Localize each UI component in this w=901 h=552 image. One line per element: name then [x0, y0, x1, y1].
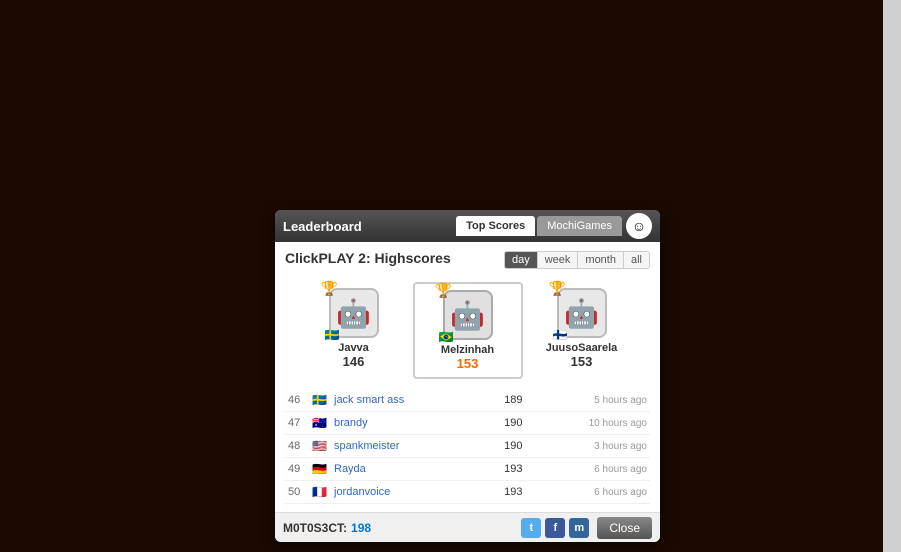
score-cell: 190: [478, 412, 525, 435]
player1-flag-icon: 🇧🇷: [439, 330, 454, 344]
rank-cell: 49: [285, 458, 309, 481]
mochi-share-icon[interactable]: m: [569, 518, 589, 538]
player-name-cell[interactable]: brandy: [331, 412, 478, 435]
leaderboard-body: ClickPLAY 2: Highscores day week month a…: [275, 242, 660, 512]
player3-avatar-wrap: 🏆 🤖 🇫🇮: [557, 288, 607, 338]
player2-name: Javva: [338, 342, 369, 354]
tab-mochi-games[interactable]: MochiGames: [537, 216, 622, 236]
leaderboard-title: Leaderboard: [283, 219, 454, 234]
player2-avatar-wrap: 🏆 🤖 🇸🇪: [329, 288, 379, 338]
filter-buttons-group: day week month all: [504, 251, 650, 269]
game-title: ClickPLAY 2: Highscores: [285, 250, 451, 266]
rank-cell: 47: [285, 412, 309, 435]
time-cell: 3 hours ago: [526, 435, 650, 458]
table-row: 46 🇸🇪 jack smart ass 189 5 hours ago: [285, 389, 650, 412]
score-cell: 190: [478, 435, 525, 458]
time-cell: 5 hours ago: [526, 389, 650, 412]
player2-flag-icon: 🇸🇪: [325, 328, 340, 342]
close-button[interactable]: Close: [597, 517, 652, 539]
scores-list-wrap: 46 🇸🇪 jack smart ass 189 5 hours ago 47 …: [285, 389, 650, 504]
player1-score: 153: [457, 356, 479, 371]
mochi-logo-icon: ☺: [626, 213, 652, 239]
twitter-share-icon[interactable]: t: [521, 518, 541, 538]
top3-row: 🏆 🤖 🇸🇪 Javva 146 🏆 🤖 🇧🇷: [285, 282, 650, 379]
player3-flag-icon: 🇫🇮: [553, 328, 568, 342]
time-cell: 6 hours ago: [526, 458, 650, 481]
top-player-1: 🏆 🤖 🇧🇷 Melzinhah 153: [413, 282, 523, 379]
top-player-2: 🏆 🤖 🇸🇪 Javva 146: [299, 282, 409, 379]
time-cell: 10 hours ago: [526, 412, 650, 435]
player-name-cell[interactable]: jack smart ass: [331, 389, 478, 412]
flag-cell: 🇺🇸: [309, 435, 331, 458]
table-row: 47 🇦🇺 brandy 190 10 hours ago: [285, 412, 650, 435]
player1-name: Melzinhah: [441, 344, 494, 356]
score-cell: 189: [478, 389, 525, 412]
player3-name: JuusoSaarela: [546, 342, 618, 354]
table-row: 48 🇺🇸 spankmeister 190 3 hours ago: [285, 435, 650, 458]
social-icons-group: t f m: [521, 518, 589, 538]
player-name-cell[interactable]: spankmeister: [331, 435, 478, 458]
player3-score: 153: [571, 354, 593, 369]
rank-cell: 48: [285, 435, 309, 458]
player1-trophy-icon: 🏆: [435, 282, 452, 299]
table-row: 49 🇩🇪 Rayda 193 6 hours ago: [285, 458, 650, 481]
filter-day[interactable]: day: [505, 252, 538, 268]
rank-cell: 46: [285, 389, 309, 412]
flag-cell: 🇩🇪: [309, 458, 331, 481]
score-cell: 193: [478, 458, 525, 481]
score-cell: 193: [478, 481, 525, 504]
filter-all[interactable]: all: [624, 252, 649, 268]
time-cell: 6 hours ago: [526, 481, 650, 504]
player3-trophy-icon: 🏆: [549, 280, 566, 297]
top-player-3: 🏆 🤖 🇫🇮 JuusoSaarela 153: [527, 282, 637, 379]
facebook-share-icon[interactable]: f: [545, 518, 565, 538]
my-score-label: M0T0S3CT:: [283, 521, 347, 535]
flag-cell: 🇫🇷: [309, 481, 331, 504]
rank-cell: 50: [285, 481, 309, 504]
flag-cell: 🇦🇺: [309, 412, 331, 435]
filter-week[interactable]: week: [538, 252, 579, 268]
player1-avatar-wrap: 🏆 🤖 🇧🇷: [443, 290, 493, 340]
flag-cell: 🇸🇪: [309, 389, 331, 412]
leaderboard-footer: M0T0S3CT: 198 t f m Close: [275, 512, 660, 542]
player-name-cell[interactable]: jordanvoice: [331, 481, 478, 504]
table-row: 50 🇫🇷 jordanvoice 193 6 hours ago: [285, 481, 650, 504]
my-score-value: 198: [351, 521, 371, 535]
player-name-cell[interactable]: Rayda: [331, 458, 478, 481]
player2-score: 146: [343, 354, 365, 369]
player2-trophy-icon: 🏆: [321, 280, 338, 297]
filter-month[interactable]: month: [578, 252, 624, 268]
scores-table: 46 🇸🇪 jack smart ass 189 5 hours ago 47 …: [285, 389, 650, 504]
leaderboard-panel: Leaderboard Top Scores MochiGames ☺ Clic…: [275, 210, 660, 542]
leaderboard-header: Leaderboard Top Scores MochiGames ☺: [275, 210, 660, 242]
tab-top-scores[interactable]: Top Scores: [456, 216, 535, 236]
